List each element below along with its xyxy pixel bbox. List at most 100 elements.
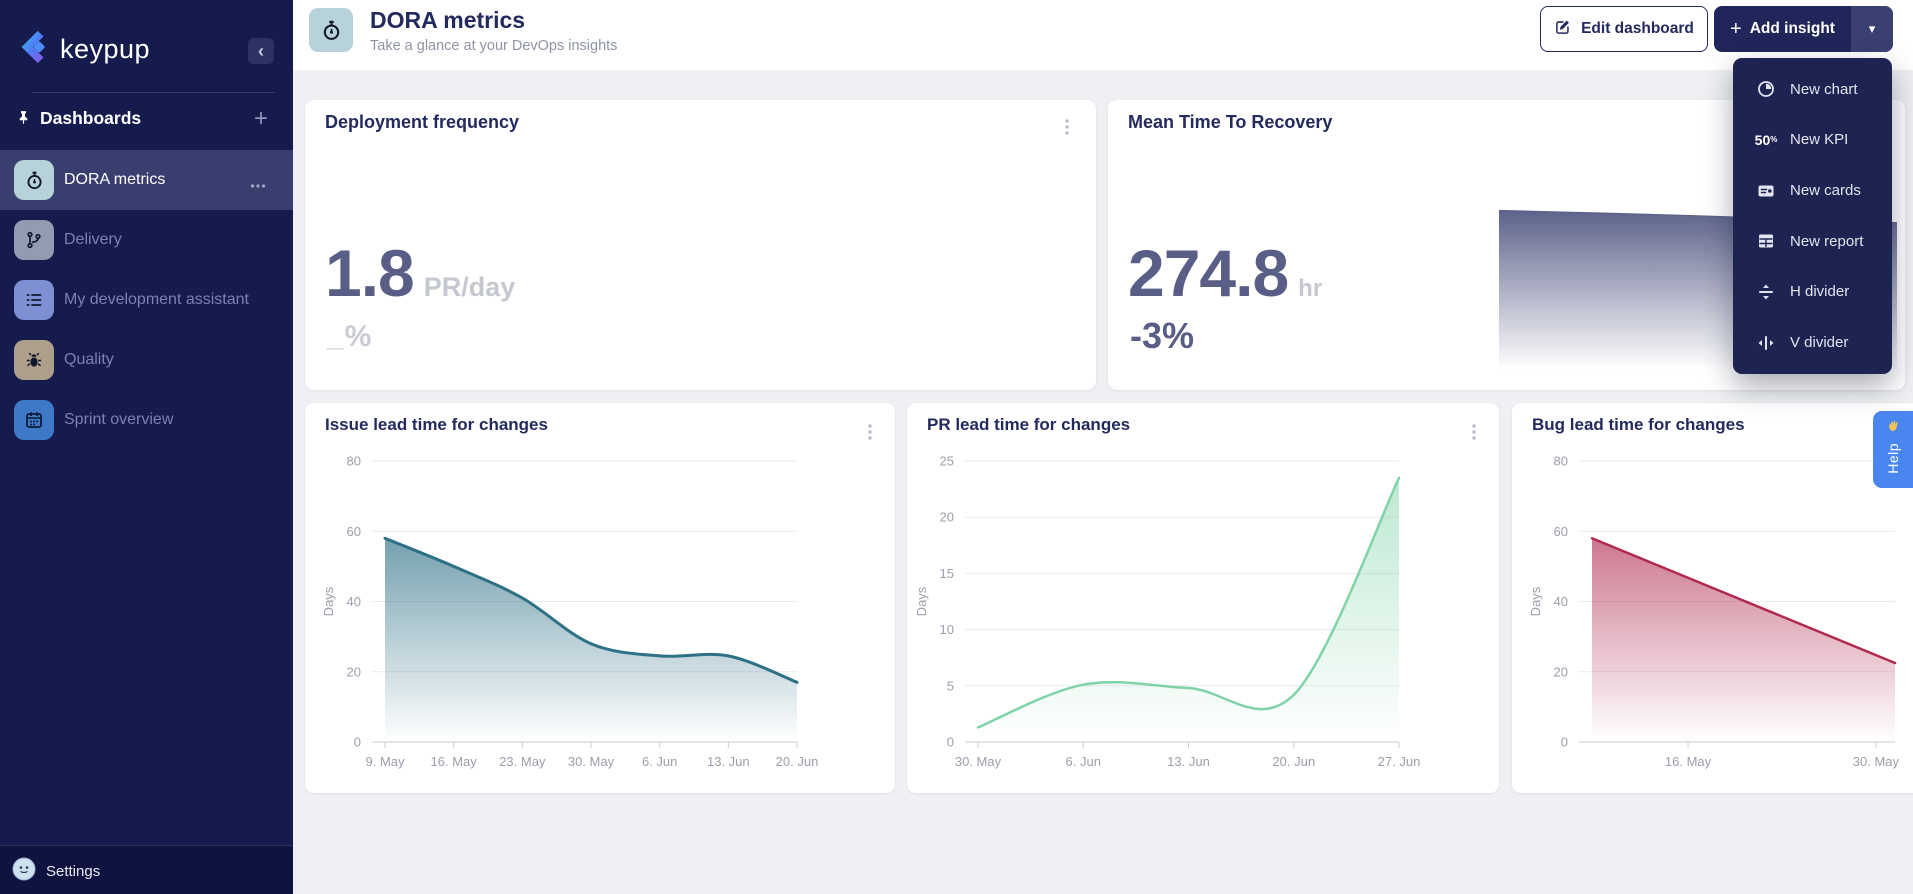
pr-lead-time-svg: 0 5 10 15 20 25 30. May 6. Jun 13. Jun 20. Jun 27.… (914, 454, 1421, 770)
sidebar-collapse-button[interactable]: ‹ (248, 38, 274, 64)
report-icon (1755, 231, 1777, 251)
menu-item-label: H divider (1790, 283, 1850, 301)
y-axis-tick-label: 5 (947, 678, 954, 693)
y-axis-tick-label: 0 (354, 735, 361, 750)
sidebar-divider (32, 92, 275, 93)
settings-button[interactable]: Settings (12, 857, 100, 886)
y-axis-label: Days (914, 586, 929, 616)
add-insight-label: Add insight (1749, 20, 1835, 37)
sidebar-item-dora-metrics[interactable]: DORA metrics (0, 150, 293, 210)
dashboard-options-kebab-icon[interactable] (250, 176, 266, 194)
bug-icon (14, 340, 54, 380)
x-axis-tick-label: 30. May (955, 754, 1002, 769)
y-axis-tick-label: 20 (1554, 664, 1568, 679)
h-divider-icon (1755, 282, 1777, 302)
menu-item-v-divider[interactable]: V divider (1733, 319, 1892, 367)
bug-lead-time-chart: 0 20 40 60 80 16. May 30. May Days (1512, 403, 1913, 793)
menu-item-label: New chart (1790, 80, 1858, 98)
sidebar-item-sprint-overview[interactable]: Sprint overview (0, 390, 293, 450)
menu-item-new-kpi[interactable]: 50% New KPI (1733, 116, 1892, 164)
y-axis-tick-label: 20 (347, 664, 361, 679)
card-options-kebab-icon[interactable] (1060, 114, 1074, 145)
help-label: Help (1885, 443, 1901, 474)
kpi-value-row: 1.8 PR/day (325, 240, 515, 306)
kpi-value-row: 274.8 hr (1128, 240, 1322, 306)
x-axis-tick-label: 30. May (568, 754, 615, 769)
x-axis-tick-label: 6. Jun (642, 754, 677, 769)
calendar-icon (14, 400, 54, 440)
dashboards-section-header: Dashboards + (0, 104, 293, 134)
kpi-card-deployment-frequency: Deployment frequency 1.8 PR/day _% (305, 100, 1096, 390)
pin-icon (15, 109, 32, 131)
dashboard-stopwatch-icon (309, 8, 353, 52)
sidebar-item-label: Delivery (64, 231, 122, 248)
caret-down-icon: ▾ (1868, 21, 1876, 36)
x-axis-tick-label: 9. May (365, 754, 405, 769)
y-axis-tick-label: 60 (1554, 524, 1568, 539)
sidebar-footer: Settings (0, 845, 293, 894)
donut-chart-icon (1755, 79, 1777, 99)
cards-icon (1755, 181, 1777, 201)
menu-item-new-cards[interactable]: New cards (1733, 167, 1892, 215)
issue-lead-time-svg: 0 20 40 60 80 9. May 16. May 23. May 30. May 6. J… (321, 454, 818, 770)
dashboards-section-title: Dashboards (40, 108, 142, 128)
edit-dashboard-label: Edit dashboard (1581, 20, 1694, 37)
card-title: Deployment frequency (325, 112, 520, 132)
y-axis-tick-label: 80 (347, 454, 361, 469)
x-axis-tick-label: 6. Jun (1066, 754, 1101, 769)
sidebar-item-my-development-assistant[interactable]: My development assistant (0, 270, 293, 330)
add-insight-dropdown-toggle[interactable]: ▾ (1851, 6, 1893, 52)
bug-lead-time-svg: 0 20 40 60 80 16. May 30. May Days (1528, 454, 1900, 770)
kpi-unit: hr (1298, 275, 1323, 302)
menu-item-label: New KPI (1790, 131, 1849, 149)
y-axis-tick-label: 15 (940, 566, 954, 581)
chart-card-pr-lead-time: PR lead time for changes 0 5 10 15 20 25 30. M… (907, 403, 1499, 793)
y-axis-tick-label: 80 (1554, 454, 1568, 469)
page-title: DORA metrics (370, 7, 526, 33)
add-dashboard-button[interactable]: + (248, 105, 274, 132)
menu-item-label: New report (1790, 232, 1864, 250)
y-axis-label: Days (321, 586, 336, 616)
page-header: DORA metrics Take a glance at your DevOp… (293, 0, 1913, 70)
add-insight-menu: New chart 50% New KPI New cards New repo… (1733, 58, 1892, 374)
y-axis-tick-label: 10 (940, 622, 954, 637)
stopwatch-icon (14, 160, 54, 200)
x-axis-tick-label: 16. May (431, 754, 478, 769)
menu-item-new-report[interactable]: New report (1733, 217, 1892, 265)
help-button[interactable]: Help (1873, 411, 1913, 488)
pencil-icon (1554, 18, 1572, 41)
dashboard-nav: DORA metrics Delivery My development ass… (0, 150, 293, 450)
menu-item-new-chart[interactable]: New chart (1733, 65, 1892, 113)
edit-dashboard-button[interactable]: Edit dashboard (1540, 6, 1708, 52)
plus-icon: + (1730, 18, 1742, 40)
add-insight-button[interactable]: + Add insight (1714, 6, 1851, 52)
chevron-left-icon: ‹ (258, 40, 264, 61)
kpi-delta: -3% (1130, 315, 1195, 356)
menu-item-h-divider[interactable]: H divider (1733, 268, 1892, 316)
chart-card-issue-lead-time: Issue lead time for changes 0 20 40 60 80 9. … (305, 403, 895, 793)
y-axis-tick-label: 60 (347, 524, 361, 539)
sidebar-item-delivery[interactable]: Delivery (0, 210, 293, 270)
sidebar-item-label: My development assistant (64, 291, 249, 308)
y-axis-tick-label: 0 (947, 735, 954, 750)
x-axis-tick-label: 27. Jun (1378, 754, 1421, 769)
app-logo[interactable]: keypup (14, 28, 150, 71)
x-axis-tick-label: 30. May (1853, 754, 1900, 769)
x-axis-tick-label: 13. Jun (1167, 754, 1210, 769)
git-branch-icon (14, 220, 54, 260)
card-title: Mean Time To Recovery (1128, 112, 1333, 132)
v-divider-icon (1755, 333, 1777, 353)
settings-label: Settings (46, 863, 101, 880)
kpi-delta: _% (327, 320, 373, 353)
x-axis-tick-label: 16. May (1665, 754, 1712, 769)
add-insight-split-button: + Add insight ▾ (1714, 6, 1893, 52)
keypup-logo-icon (14, 28, 52, 71)
kpi-value: 1.8 (325, 236, 415, 310)
y-axis-tick-label: 40 (347, 594, 361, 609)
sidebar-item-quality[interactable]: Quality (0, 330, 293, 390)
page-subtitle: Take a glance at your DevOps insights (370, 38, 618, 54)
logo-text: keypup (60, 34, 151, 64)
waving-hand-icon (1885, 419, 1902, 441)
sidebar-item-label: Sprint overview (64, 411, 174, 428)
y-axis-label: Days (1528, 586, 1543, 616)
